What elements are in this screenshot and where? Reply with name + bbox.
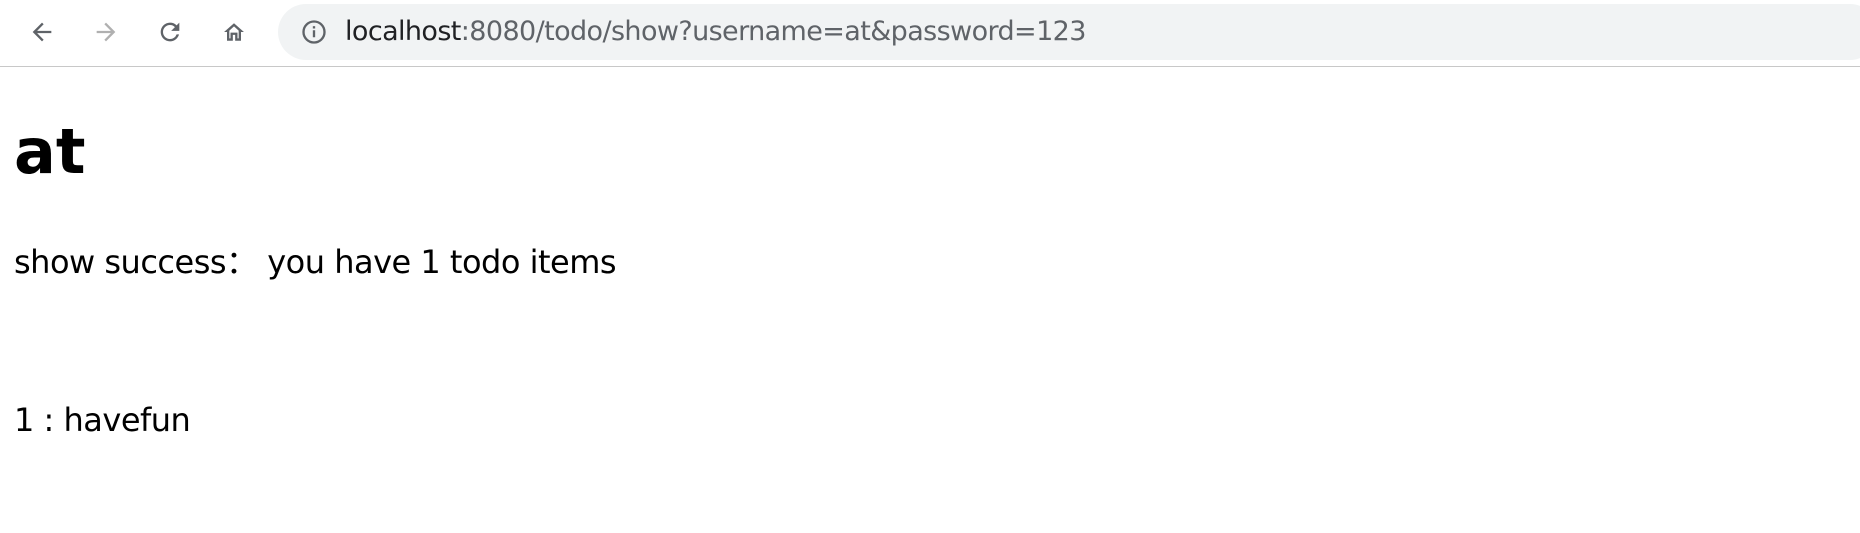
reload-icon [160,22,180,42]
home-icon [224,23,244,41]
status-message: show success： you have 1 todo items [14,243,617,281]
todo-item-text: havefun [63,401,191,439]
todo-item-index: 1 [14,401,34,439]
url-path: :8080/todo/show?username=at&password=123 [460,16,1087,47]
url-text[interactable]: localhost:8080/todo/show?username=at&pas… [345,16,1086,48]
browser-toolbar: localhost:8080/todo/show?username=at&pas… [0,0,1860,67]
url-host: localhost [345,16,461,47]
forward-arrow-icon [96,22,116,42]
back-button[interactable] [24,14,60,50]
page-title: at [14,115,86,188]
address-bar[interactable]: localhost:8080/todo/show?username=at&pas… [278,4,1860,60]
forward-button[interactable] [88,14,124,50]
back-arrow-icon [32,22,52,42]
todo-item: 1 : havefun [14,400,191,440]
home-button[interactable] [216,14,252,50]
info-icon[interactable] [300,18,328,46]
reload-button[interactable] [152,14,188,50]
todo-item-separator: : [33,401,64,439]
